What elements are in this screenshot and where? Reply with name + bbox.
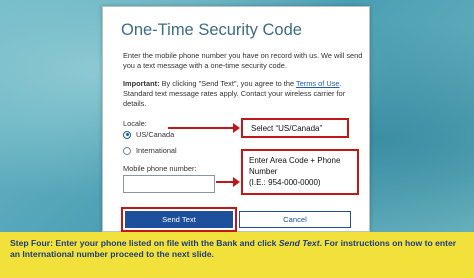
locale-label: Locale:: [123, 119, 147, 128]
callout-phone-line2: Number: [249, 167, 278, 176]
callout-phone-line1: Enter Area Code + Phone: [249, 156, 341, 165]
intro-text: Enter the mobile phone number you have o…: [123, 51, 363, 70]
footer-text-1: Step Four: Enter your phone listed on fi…: [10, 238, 279, 248]
callout-locale: Select “US/Canada”: [241, 118, 349, 138]
radio-us-canada-label: US/Canada: [136, 130, 175, 139]
callout-phone-line3: (I.E.: 954-000-0000): [249, 178, 321, 187]
callout-arrow-phone: [216, 177, 240, 187]
radio-us-canada[interactable]: [123, 130, 131, 139]
terms-of-use-link[interactable]: Terms of Use: [296, 79, 340, 88]
callout-arrow-locale: [168, 123, 240, 133]
locale-option-international[interactable]: International: [123, 146, 177, 155]
important-label: Important:: [123, 79, 160, 88]
send-text-button[interactable]: Send Text: [121, 207, 237, 232]
dialog-title: One-Time Security Code: [121, 21, 302, 39]
important-text: Important: By clicking "Send Text", you …: [123, 79, 363, 109]
important-text-1: By clicking "Send Text", you agree to th…: [159, 79, 296, 88]
phone-input[interactable]: [123, 175, 215, 193]
instruction-footer: Step Four: Enter your phone listed on fi…: [0, 232, 474, 278]
radio-international[interactable]: [123, 146, 131, 155]
callout-phone: Enter Area Code + Phone Number (I.E.: 95…: [241, 149, 359, 195]
phone-label: Mobile phone number:: [123, 164, 197, 173]
footer-italic: Send Text: [278, 238, 320, 248]
radio-international-label: International: [136, 146, 177, 155]
cancel-button[interactable]: Cancel: [239, 211, 351, 228]
locale-option-us-canada[interactable]: US/Canada: [123, 130, 174, 139]
